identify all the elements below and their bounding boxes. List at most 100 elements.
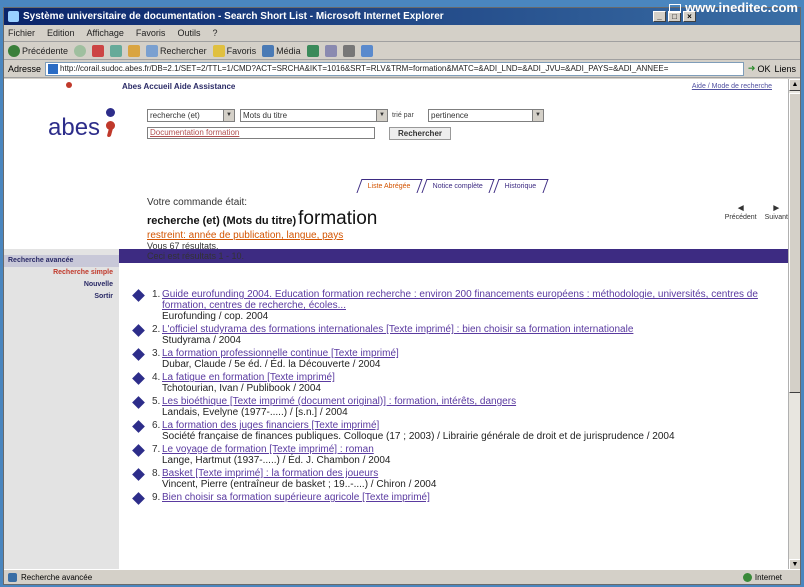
result-title-link[interactable]: Bien choisir sa formation supérieure agr… [162, 492, 782, 503]
site-nav-links[interactable]: Abes Accueil Aide Assistance [122, 82, 235, 91]
result-title-link[interactable]: Le voyage de formation [Texte imprimé] :… [162, 444, 782, 455]
book-icon [132, 421, 146, 431]
favorites-button[interactable]: Favoris [212, 44, 256, 57]
back-label: Précédente [22, 45, 69, 56]
envelope-icon [669, 3, 682, 13]
window-title: Système universitaire de documentation -… [23, 11, 444, 22]
command-line-2: recherche (et) (Mots du titre) formation [147, 208, 377, 230]
search-operator-select[interactable]: recherche (et) ▼ [147, 109, 235, 122]
edit-icon [360, 44, 373, 57]
refresh-button[interactable] [110, 44, 123, 57]
address-label: Adresse [8, 63, 42, 74]
result-title-link[interactable]: Guide eurofunding 2004. Education format… [162, 289, 782, 311]
tab-history[interactable]: Historique [493, 179, 549, 193]
tab-short-list[interactable]: Liste Abrégée [356, 179, 423, 193]
list-item: 7. Le voyage de formation [Texte imprimé… [132, 444, 782, 466]
prev-label: Précédent [724, 214, 757, 221]
book-icon [132, 325, 146, 335]
restriction-link[interactable]: restreint: année de publication, langue,… [147, 230, 377, 241]
list-item: 8. Basket [Texte imprimé] : la formation… [132, 468, 782, 490]
refresh-icon [110, 44, 123, 57]
logo-text: abes [48, 114, 101, 141]
minimize-button[interactable]: _ [653, 11, 666, 22]
browser-window: Système universitaire de documentation -… [3, 7, 801, 585]
next-button[interactable]: ► Suivant [764, 203, 788, 222]
star-icon [212, 44, 225, 57]
address-url: http://corail.sudoc.abes.fr/DB=2.1/SET=2… [60, 63, 669, 73]
result-title-link[interactable]: La formation professionnelle continue [T… [162, 348, 782, 359]
results-tabs: Liste Abrégée Notice complète Historique [356, 179, 549, 193]
menu-fichier[interactable]: Fichier [8, 28, 35, 38]
stop-button[interactable] [92, 44, 105, 57]
sidebar-title[interactable]: Recherche avancée [4, 255, 119, 267]
menu-help[interactable]: ? [212, 28, 217, 38]
triangle-right-icon: ► [771, 203, 782, 214]
edit-button[interactable] [360, 44, 373, 57]
list-item: 5. Les bioéthique [Texte imprimé (docume… [132, 396, 782, 418]
status-text: Recherche avancée [21, 572, 93, 582]
sort-select[interactable]: pertinence ▼ [428, 109, 544, 122]
book-icon [132, 445, 146, 455]
mail-button[interactable] [324, 44, 337, 57]
menu-favoris[interactable]: Favoris [136, 28, 166, 38]
vertical-scrollbar[interactable]: ▲ ▼ [788, 79, 800, 571]
result-title-link[interactable]: Les bioéthique [Texte imprimé (document … [162, 396, 782, 407]
search-submit-button[interactable]: Rechercher [389, 127, 451, 140]
search-query-input[interactable]: Documentation formation [147, 127, 375, 139]
security-zone: Internet [742, 572, 782, 582]
sort-label: trié par [392, 112, 414, 119]
links-button[interactable]: Liens [774, 64, 796, 74]
menu-outils[interactable]: Outils [177, 28, 200, 38]
tab-full-record[interactable]: Notice complète [421, 179, 495, 193]
ie-icon [8, 11, 19, 22]
menu-edition[interactable]: Edition [47, 28, 75, 38]
search-index-select[interactable]: Mots du titre ▼ [240, 109, 388, 122]
result-info: Vincent, Pierre (entraîneur de basket ; … [162, 479, 437, 490]
result-info: Lange, Hartmut (1937-.....) / Éd. J. Cha… [162, 455, 391, 466]
result-title-link[interactable]: La formation des juges financiers [Texte… [162, 420, 782, 431]
sidebar-item-simple[interactable]: Recherche simple [4, 267, 119, 279]
home-button[interactable] [128, 44, 141, 57]
book-icon [132, 349, 146, 359]
forward-arrow-icon [74, 44, 87, 57]
scroll-up-icon[interactable]: ▲ [789, 79, 800, 91]
command-line-1: Votre commande était: [147, 197, 248, 208]
sidebar-item-exit[interactable]: Sortir [4, 291, 119, 303]
menu-bar: Fichier Edition Affichage Favoris Outils… [4, 25, 800, 42]
help-link[interactable]: Aide / Mode de recherche [692, 83, 772, 90]
search-operator-value: recherche (et) [150, 111, 200, 120]
search-button[interactable]: Rechercher [146, 44, 207, 57]
address-input[interactable]: http://corail.sudoc.abes.fr/DB=2.1/SET=2… [45, 61, 744, 76]
page-status-icon [8, 572, 17, 582]
abes-logo[interactable]: abes [48, 108, 116, 142]
media-icon [262, 44, 275, 57]
back-button[interactable]: Précédente [8, 44, 69, 57]
result-number: 1. [152, 289, 161, 300]
result-title-link[interactable]: Basket [Texte imprimé] : la formation de… [162, 468, 782, 479]
zone-label: Internet [754, 572, 782, 582]
next-label: Suivant [764, 214, 788, 221]
command-prefix: recherche (et) (Mots du titre) [147, 215, 297, 227]
result-number: 2. [152, 324, 161, 335]
command-summary: Votre commande était: recherche (et) (Mo… [147, 197, 377, 261]
pagination: ◄ Précédent ► Suivant [724, 203, 788, 222]
page-content: Abes Accueil Aide Assistance Aide / Mode… [4, 79, 790, 571]
go-button[interactable]: ➜ OK [748, 63, 771, 74]
result-title-link[interactable]: La fatigue en formation [Texte imprimé] [162, 372, 782, 383]
sidebar-item-new[interactable]: Nouvelle [4, 279, 119, 291]
result-title-link[interactable]: L'officiel studyrama des formations inte… [162, 324, 782, 335]
page-icon [48, 63, 59, 74]
print-icon [342, 44, 355, 57]
print-button[interactable] [342, 44, 355, 57]
globe-icon [742, 572, 752, 582]
result-number: 9. [152, 492, 161, 503]
forward-button[interactable] [74, 44, 87, 57]
scroll-thumb[interactable] [789, 93, 800, 393]
results-list: 1. Guide eurofunding 2004. Education for… [132, 289, 782, 505]
prev-button[interactable]: ◄ Précédent [724, 204, 757, 222]
menu-affichage[interactable]: Affichage [87, 28, 124, 38]
watermark: www.ineditec.com [669, 0, 798, 16]
history-button[interactable] [306, 44, 319, 57]
media-button[interactable]: Média [262, 44, 301, 57]
result-number: 8. [152, 468, 161, 479]
